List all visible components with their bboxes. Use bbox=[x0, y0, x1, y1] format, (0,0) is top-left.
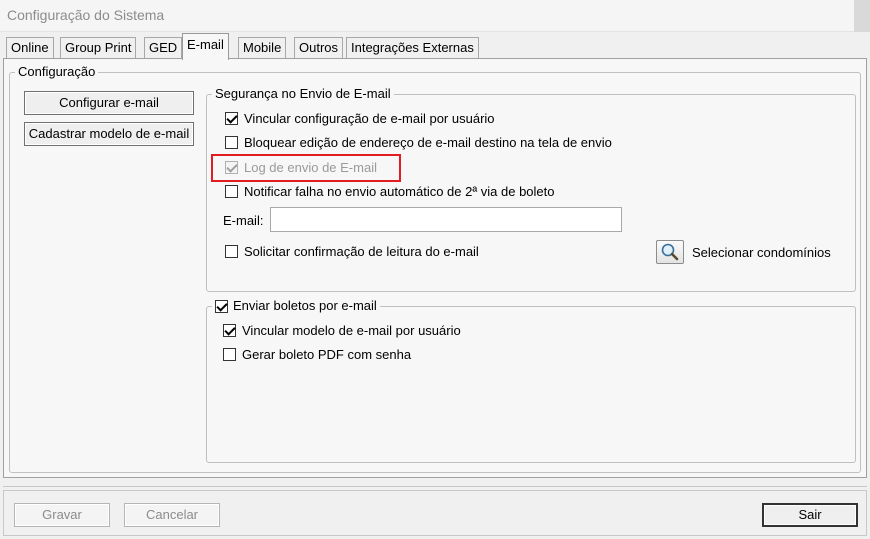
tab-outros[interactable]: Outros bbox=[294, 37, 344, 59]
tab-group-print[interactable]: Group Print bbox=[60, 37, 137, 59]
title-bar: Configuração do Sistema bbox=[0, 0, 870, 32]
cancel-button: Cancelar bbox=[124, 503, 220, 527]
register-email-template-button[interactable]: Cadastrar modelo de e-mail bbox=[24, 122, 194, 146]
exit-button[interactable]: Sair bbox=[762, 503, 858, 527]
option-read-confirmation[interactable]: Solicitar confirmação de leitura do e-ma… bbox=[225, 244, 479, 259]
save-button-label: Gravar bbox=[42, 507, 82, 522]
checkbox-send-boletos[interactable] bbox=[215, 299, 228, 313]
option-email-send-log: Log de envio de E-mail bbox=[225, 160, 377, 175]
tab-integracoes-externas[interactable]: Integrações Externas bbox=[346, 37, 479, 59]
label-bind-email-config: Vincular configuração de e-mail por usuá… bbox=[244, 111, 495, 126]
option-block-destination-edit[interactable]: Bloquear edição de endereço de e-mail de… bbox=[225, 135, 612, 150]
cancel-button-label: Cancelar bbox=[145, 507, 199, 522]
footer-separator bbox=[3, 486, 867, 487]
email-field-label: E-mail: bbox=[223, 213, 264, 228]
configure-email-button[interactable]: Configurar e-mail bbox=[24, 91, 194, 115]
option-bind-template-by-user[interactable]: Vincular modelo de e-mail por usuário bbox=[223, 323, 461, 338]
tab-email[interactable]: E-mail bbox=[182, 33, 229, 60]
tab-mobile[interactable]: Mobile bbox=[238, 37, 287, 59]
label-bind-template-by-user: Vincular modelo de e-mail por usuário bbox=[242, 323, 461, 338]
footer-bar: Gravar Cancelar Sair bbox=[3, 490, 867, 536]
configuracao-legend: Configuração bbox=[18, 64, 96, 79]
select-condos-label[interactable]: Selecionar condomínios bbox=[692, 245, 831, 260]
label-notify-send-failure: Notificar falha no envio automático de 2… bbox=[244, 184, 555, 199]
select-condos-button[interactable] bbox=[656, 240, 684, 264]
boletos-legend[interactable]: Enviar boletos por e-mail bbox=[212, 299, 380, 313]
label-read-confirmation: Solicitar confirmação de leitura do e-ma… bbox=[244, 244, 479, 259]
checkbox-block-destination-edit[interactable] bbox=[225, 136, 238, 149]
magnifier-icon bbox=[661, 243, 679, 261]
security-legend: Segurança no Envio de E-mail bbox=[215, 86, 391, 101]
save-button: Gravar bbox=[14, 503, 110, 527]
title-bar-edge bbox=[854, 0, 870, 32]
label-email-send-log: Log de envio de E-mail bbox=[244, 160, 377, 175]
exit-button-label: Sair bbox=[798, 507, 822, 522]
option-pdf-password[interactable]: Gerar boleto PDF com senha bbox=[223, 347, 411, 362]
email-field[interactable] bbox=[270, 207, 622, 232]
label-pdf-password: Gerar boleto PDF com senha bbox=[242, 347, 412, 362]
tab-ged[interactable]: GED bbox=[144, 37, 183, 59]
label-block-destination-edit: Bloquear edição de endereço de e-mail de… bbox=[244, 135, 612, 150]
checkbox-pdf-password[interactable] bbox=[223, 348, 236, 361]
option-bind-email-config[interactable]: Vincular configuração de e-mail por usuá… bbox=[225, 111, 495, 126]
email-tab-panel: Configuração Configurar e-mail Cadastrar… bbox=[3, 58, 867, 478]
tab-online[interactable]: Online bbox=[6, 37, 54, 59]
checkbox-email-send-log bbox=[225, 161, 238, 174]
checkbox-bind-template-by-user[interactable] bbox=[223, 324, 236, 337]
system-config-window: Configuração do Sistema Online Group Pri… bbox=[0, 0, 870, 539]
window-title: Configuração do Sistema bbox=[7, 7, 165, 23]
checkbox-read-confirmation[interactable] bbox=[225, 245, 238, 258]
checkbox-bind-email-config[interactable] bbox=[225, 112, 238, 125]
checkbox-notify-send-failure[interactable] bbox=[225, 185, 238, 198]
option-notify-send-failure[interactable]: Notificar falha no envio automático de 2… bbox=[225, 184, 555, 199]
label-send-boletos: Enviar boletos por e-mail bbox=[233, 298, 377, 313]
